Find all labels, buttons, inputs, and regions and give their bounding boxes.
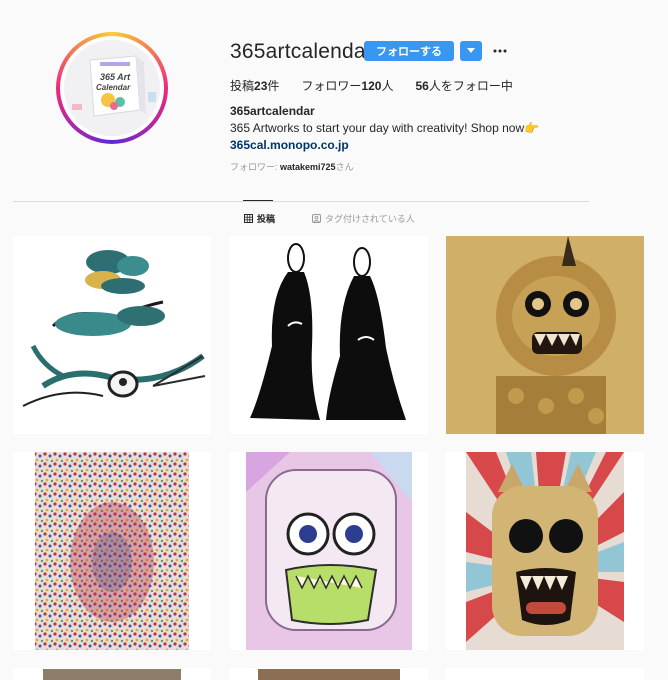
followers-count[interactable]: フォロワー120人 xyxy=(301,77,393,94)
post-image-cat-sunburst xyxy=(466,452,624,650)
chevron-down-icon xyxy=(467,48,475,53)
bio-name: 365artcalendar xyxy=(230,104,315,118)
post-tile[interactable] xyxy=(230,236,428,434)
svg-text:365 Art: 365 Art xyxy=(100,72,131,82)
post-tile[interactable] xyxy=(446,236,644,434)
bio-text: 365 Artworks to start your day with crea… xyxy=(230,121,540,135)
post-image-partial xyxy=(446,669,644,680)
tabs-divider xyxy=(13,201,589,202)
post-image-robed-figures xyxy=(230,236,428,434)
post-tile[interactable] xyxy=(13,452,211,650)
post-tile[interactable] xyxy=(446,452,644,650)
tab-tagged[interactable]: タグ付けされている人 xyxy=(312,212,415,225)
post-image-bird-ink xyxy=(13,236,211,434)
tab-tagged-label: タグ付けされている人 xyxy=(325,214,415,224)
followed-by[interactable]: フォロワー: watakemi725さん xyxy=(230,160,354,173)
tab-posts-label: 投稿 xyxy=(257,214,276,224)
avatar-image: 365 Art Calendar xyxy=(64,40,160,136)
calendar-box-illustration: 365 Art Calendar xyxy=(64,40,160,136)
active-tab-indicator xyxy=(243,200,273,201)
post-image-dot-pattern xyxy=(35,452,189,650)
following-count[interactable]: 56人をフォロー中 xyxy=(415,77,512,94)
post-image-pastel-monster xyxy=(246,452,412,650)
profile-stats: 投稿23件 フォロワー120人 56人をフォロー中 xyxy=(230,77,535,94)
bio-link[interactable]: 365cal.monopo.co.jp xyxy=(230,138,349,152)
grid-icon xyxy=(244,214,253,223)
post-tile[interactable] xyxy=(230,668,428,680)
more-dots-icon xyxy=(493,49,507,53)
profile-username: 365artcalendar xyxy=(230,40,373,63)
svg-text:Calendar: Calendar xyxy=(96,83,131,92)
suggestions-dropdown-button[interactable] xyxy=(460,41,482,61)
tab-posts[interactable]: 投稿 xyxy=(244,212,275,225)
post-image-gold-lion xyxy=(446,236,644,434)
tag-user-icon xyxy=(312,214,321,223)
follow-button[interactable]: フォローする xyxy=(364,41,454,61)
post-tile[interactable] xyxy=(13,668,211,680)
post-tile[interactable] xyxy=(230,452,428,650)
post-image-partial xyxy=(230,669,428,680)
avatar-border: 365 Art Calendar xyxy=(60,36,164,140)
profile-avatar[interactable]: 365 Art Calendar xyxy=(56,32,168,144)
post-image-partial xyxy=(13,669,211,680)
post-tile[interactable] xyxy=(13,236,211,434)
more-options-button[interactable] xyxy=(492,41,508,61)
post-tile[interactable] xyxy=(446,668,644,680)
posts-count: 投稿23件 xyxy=(230,79,280,93)
